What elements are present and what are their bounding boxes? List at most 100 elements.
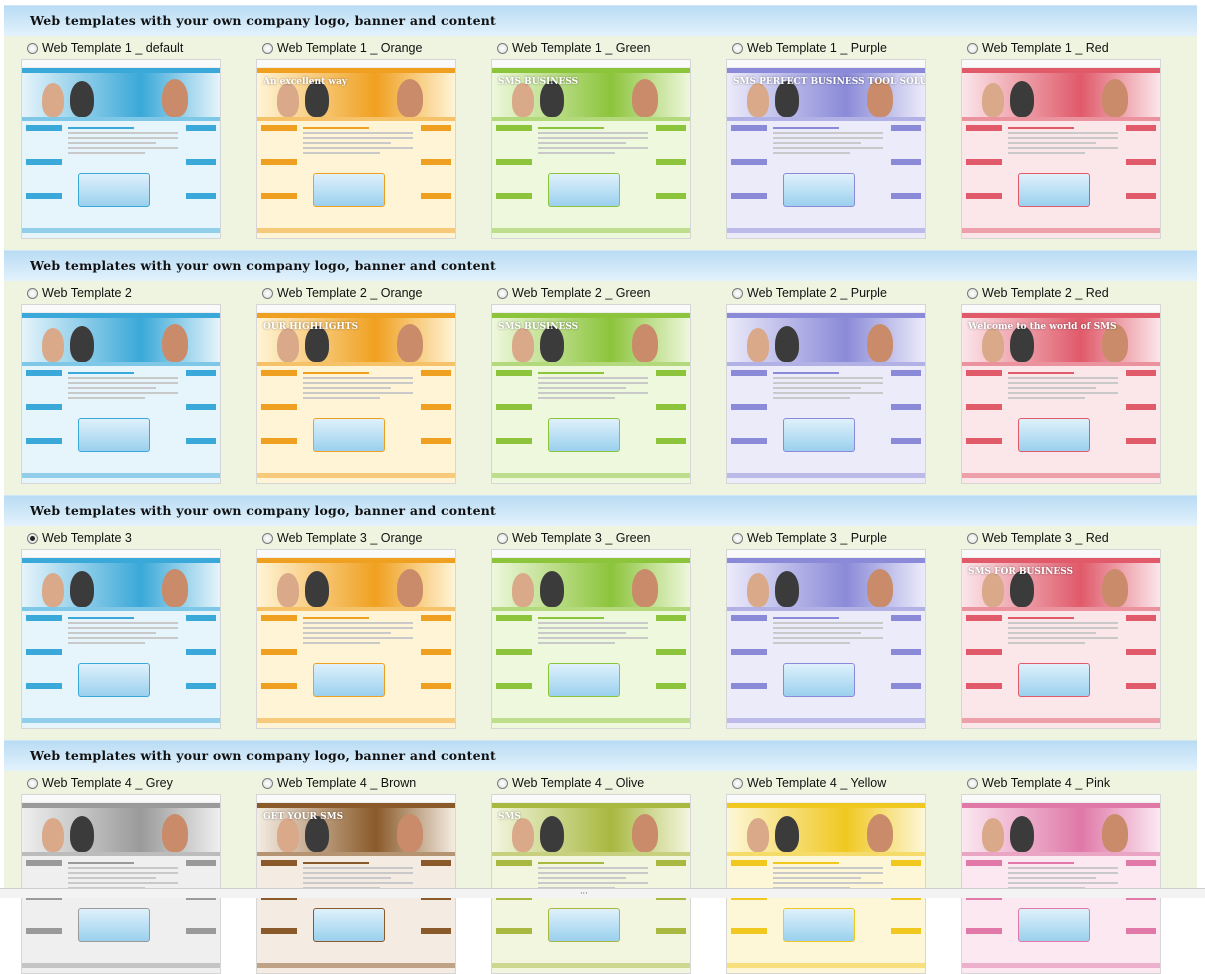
banner-photo bbox=[162, 814, 188, 852]
radio-button[interactable] bbox=[27, 42, 38, 54]
radio-button[interactable] bbox=[497, 777, 508, 789]
template-option-label[interactable]: Web Template 4 _ Olive bbox=[512, 776, 644, 790]
template-option-label[interactable]: Web Template 1 _ Green bbox=[512, 41, 651, 55]
template-radio-option[interactable]: Web Template 1 _ default bbox=[27, 40, 183, 56]
radio-button[interactable] bbox=[27, 777, 38, 789]
template-option-label[interactable]: Web Template 3 bbox=[42, 531, 132, 545]
banner-photo bbox=[867, 324, 893, 362]
template-option-label[interactable]: Web Template 3 _ Purple bbox=[747, 531, 887, 545]
template-option-label[interactable]: Web Template 3 _ Red bbox=[982, 531, 1109, 545]
template-option-label[interactable]: Web Template 2 _ Red bbox=[982, 286, 1109, 300]
template-preview-thumbnail[interactable]: Welcome to the world of SMS bbox=[961, 304, 1161, 484]
template-radio-option[interactable]: Web Template 2 _ Red bbox=[967, 285, 1109, 301]
template-radio-option[interactable]: Web Template 1 _ Red bbox=[967, 40, 1109, 56]
template-option-label[interactable]: Web Template 1 _ default bbox=[42, 41, 183, 55]
preview-footer bbox=[22, 473, 220, 478]
template-preview-thumbnail[interactable] bbox=[21, 304, 221, 484]
template-radio-option[interactable]: Web Template 3 _ Red bbox=[967, 530, 1109, 546]
template-preview-thumbnail[interactable]: An excellent way bbox=[256, 59, 456, 239]
preview-topbar bbox=[727, 60, 925, 68]
preview-banner bbox=[727, 318, 925, 362]
preview-widget bbox=[548, 908, 620, 942]
radio-button[interactable] bbox=[732, 42, 743, 54]
template-option: Web Template 1 _ Green SMS BUSINESS bbox=[491, 36, 722, 250]
radio-button[interactable] bbox=[732, 532, 743, 544]
preview-topbar bbox=[727, 305, 925, 313]
radio-button[interactable] bbox=[967, 777, 978, 789]
template-radio-option[interactable]: Web Template 4 _ Yellow bbox=[732, 775, 886, 791]
preview-topbar bbox=[22, 60, 220, 68]
radio-button[interactable] bbox=[27, 532, 38, 544]
template-radio-option[interactable]: Web Template 4 _ Pink bbox=[967, 775, 1110, 791]
template-option-label[interactable]: Web Template 1 _ Orange bbox=[277, 41, 422, 55]
template-radio-option[interactable]: Web Template 3 _ Purple bbox=[732, 530, 887, 546]
template-preview-thumbnail[interactable] bbox=[256, 549, 456, 729]
template-option-label[interactable]: Web Template 4 _ Pink bbox=[982, 776, 1110, 790]
preview-topbar bbox=[492, 795, 690, 803]
radio-button[interactable] bbox=[497, 42, 508, 54]
template-option-label[interactable]: Web Template 2 _ Green bbox=[512, 286, 651, 300]
template-preview-thumbnail[interactable] bbox=[21, 794, 221, 974]
preview-sidebar bbox=[966, 615, 1002, 715]
template-radio-option[interactable]: Web Template 4 _ Brown bbox=[262, 775, 416, 791]
preview-content bbox=[257, 611, 455, 723]
template-radio-option[interactable]: Web Template 2 _ Orange bbox=[262, 285, 422, 301]
template-radio-option[interactable]: Web Template 2 _ Green bbox=[497, 285, 651, 301]
radio-button[interactable] bbox=[732, 287, 743, 299]
template-preview-thumbnail[interactable] bbox=[726, 794, 926, 974]
radio-button[interactable] bbox=[262, 532, 273, 544]
template-radio-option[interactable]: Web Template 1 _ Green bbox=[497, 40, 651, 56]
template-preview-thumbnail[interactable]: SMS BUSINESS bbox=[491, 59, 691, 239]
template-radio-option[interactable]: Web Template 4 _ Grey bbox=[27, 775, 173, 791]
template-option-label[interactable]: Web Template 2 _ Orange bbox=[277, 286, 422, 300]
template-option-label[interactable]: Web Template 1 _ Purple bbox=[747, 41, 887, 55]
radio-button[interactable] bbox=[497, 287, 508, 299]
preview-banner bbox=[962, 73, 1160, 117]
template-option-label[interactable]: Web Template 4 _ Brown bbox=[277, 776, 416, 790]
template-preview-thumbnail[interactable] bbox=[21, 549, 221, 729]
template-option-label[interactable]: Web Template 4 _ Grey bbox=[42, 776, 173, 790]
template-option-label[interactable]: Web Template 2 _ Purple bbox=[747, 286, 887, 300]
template-radio-option[interactable]: Web Template 4 _ Olive bbox=[497, 775, 644, 791]
template-option-label[interactable]: Web Template 1 _ Red bbox=[982, 41, 1109, 55]
radio-button[interactable] bbox=[967, 42, 978, 54]
banner-photo bbox=[70, 81, 94, 117]
template-preview-thumbnail[interactable]: OUR HIGHLIGHTS bbox=[256, 304, 456, 484]
section-title: Web templates with your own company logo… bbox=[30, 503, 497, 518]
template-option-label[interactable]: Web Template 4 _ Yellow bbox=[747, 776, 886, 790]
radio-button[interactable] bbox=[967, 287, 978, 299]
template-option-label[interactable]: Web Template 2 bbox=[42, 286, 132, 300]
radio-button[interactable] bbox=[262, 777, 273, 789]
template-radio-option[interactable]: Web Template 1 _ Purple bbox=[732, 40, 887, 56]
template-option-label[interactable]: Web Template 3 _ Orange bbox=[277, 531, 422, 545]
template-preview-thumbnail[interactable] bbox=[961, 794, 1161, 974]
radio-button[interactable] bbox=[967, 532, 978, 544]
template-preview-thumbnail[interactable] bbox=[21, 59, 221, 239]
radio-button[interactable] bbox=[262, 42, 273, 54]
template-radio-option[interactable]: Web Template 2 bbox=[27, 285, 132, 301]
preview-footer bbox=[22, 228, 220, 233]
preview-banner: An excellent way bbox=[257, 73, 455, 117]
template-preview-thumbnail[interactable]: SMS BUSINESS bbox=[491, 304, 691, 484]
template-option-label[interactable]: Web Template 3 _ Green bbox=[512, 531, 651, 545]
preview-footer bbox=[492, 718, 690, 723]
preview-text-block bbox=[538, 372, 648, 402]
radio-button[interactable] bbox=[27, 287, 38, 299]
template-preview-thumbnail[interactable] bbox=[961, 59, 1161, 239]
radio-button[interactable] bbox=[262, 287, 273, 299]
template-radio-option[interactable]: Web Template 1 _ Orange bbox=[262, 40, 422, 56]
radio-button[interactable] bbox=[732, 777, 743, 789]
template-preview-thumbnail[interactable] bbox=[726, 549, 926, 729]
template-radio-option[interactable]: Web Template 2 _ Purple bbox=[732, 285, 887, 301]
template-preview-thumbnail[interactable] bbox=[726, 304, 926, 484]
template-radio-option[interactable]: Web Template 3 _ Orange bbox=[262, 530, 422, 546]
template-preview-thumbnail[interactable]: GET YOUR SMS bbox=[256, 794, 456, 974]
template-radio-option[interactable]: Web Template 3 bbox=[27, 530, 132, 546]
template-preview-thumbnail[interactable] bbox=[491, 549, 691, 729]
radio-button[interactable] bbox=[497, 532, 508, 544]
template-preview-thumbnail[interactable]: SMS PERFECT BUSINESS TOOL SOLUTION bbox=[726, 59, 926, 239]
template-preview-thumbnail[interactable]: SMS FOR BUSINESS bbox=[961, 549, 1161, 729]
template-radio-option[interactable]: Web Template 3 _ Green bbox=[497, 530, 651, 546]
template-preview-thumbnail[interactable]: SMS bbox=[491, 794, 691, 974]
preview-sidebar bbox=[966, 370, 1002, 470]
